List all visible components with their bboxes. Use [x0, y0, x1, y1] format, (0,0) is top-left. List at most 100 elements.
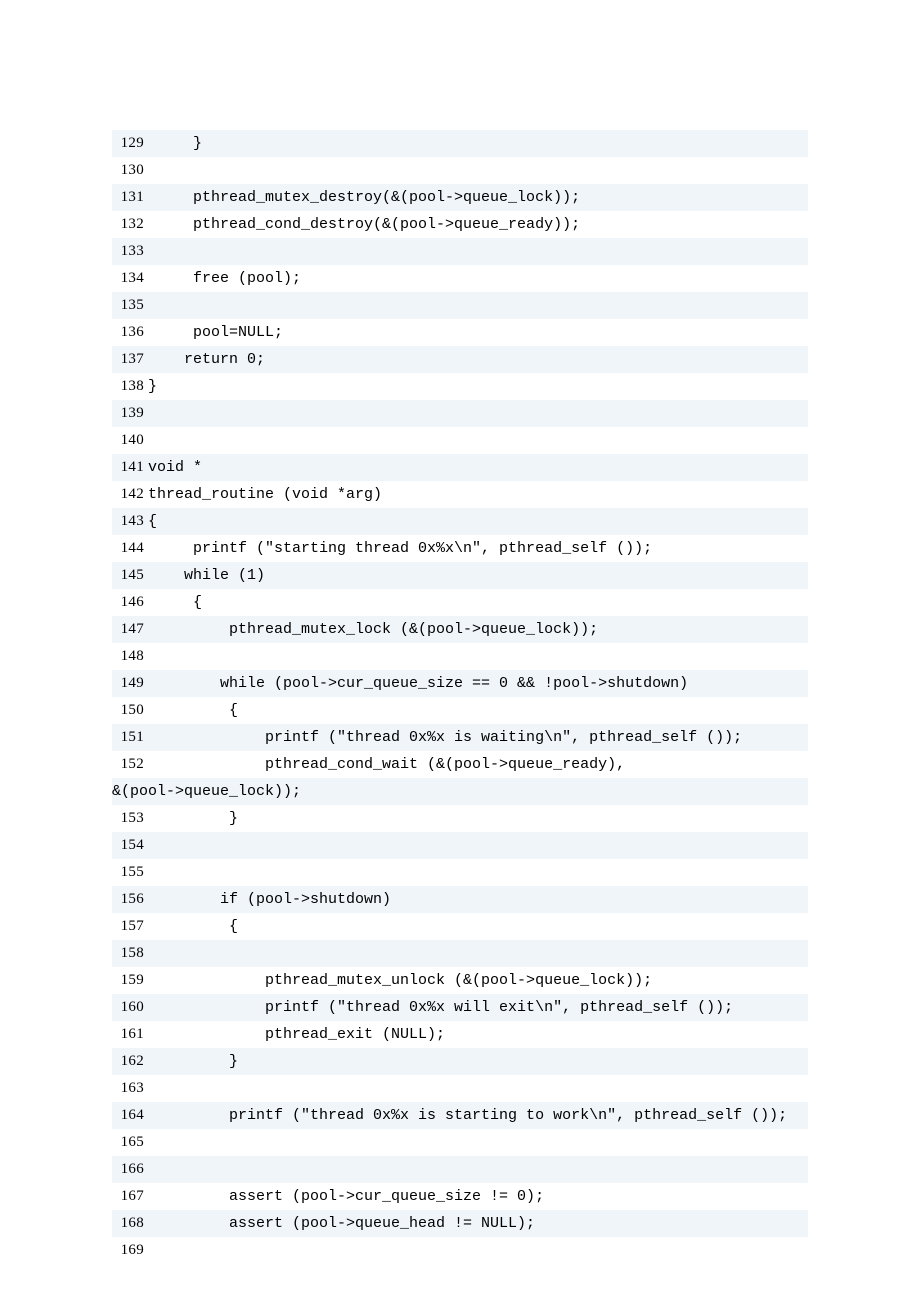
line-number: 155	[112, 859, 148, 886]
code-line: 163	[112, 1075, 808, 1102]
line-number: 158	[112, 940, 148, 967]
code-line: 158	[112, 940, 808, 967]
line-number: 164	[112, 1102, 148, 1129]
code-line: 157 {	[112, 913, 808, 940]
code-text: }	[148, 1048, 256, 1075]
code-text	[148, 1156, 238, 1183]
line-number: 144	[112, 535, 148, 562]
code-line: 137 return 0;	[112, 346, 808, 373]
code-text: printf ("thread 0x%x will exit\n", pthre…	[148, 994, 751, 1021]
code-line: 147 pthread_mutex_lock (&(pool->queue_lo…	[112, 616, 808, 643]
line-number: 166	[112, 1156, 148, 1183]
code-text: if (pool->shutdown)	[148, 886, 409, 913]
code-line: 153 }	[112, 805, 808, 832]
code-line: 169	[112, 1237, 808, 1264]
line-number: 142	[112, 481, 148, 508]
line-number: 135	[112, 292, 148, 319]
code-text: printf ("thread 0x%x is waiting\n", pthr…	[148, 724, 760, 751]
code-text: free (pool);	[148, 265, 319, 292]
line-number: 136	[112, 319, 148, 346]
code-text	[148, 940, 274, 967]
code-line: 152 pthread_cond_wait (&(pool->queue_rea…	[112, 751, 808, 778]
code-text: printf ("thread 0x%x is starting to work…	[148, 1102, 787, 1129]
line-number: 133	[112, 238, 148, 265]
line-number: 143	[112, 508, 148, 535]
code-text	[148, 157, 157, 184]
code-text: while (pool->cur_queue_size == 0 && !poo…	[148, 670, 706, 697]
code-text: pthread_cond_destroy(&(pool->queue_ready…	[148, 211, 598, 238]
line-number: 134	[112, 265, 148, 292]
line-number: 141	[112, 454, 148, 481]
code-line: 165	[112, 1129, 808, 1156]
code-line: 143{	[112, 508, 808, 535]
code-line: 148	[112, 643, 808, 670]
line-number: 159	[112, 967, 148, 994]
code-text: pthread_mutex_lock (&(pool->queue_lock))…	[148, 616, 616, 643]
code-text: }	[148, 130, 220, 157]
code-text: pthread_mutex_unlock (&(pool->queue_lock…	[148, 967, 670, 994]
code-text: void *	[148, 454, 220, 481]
code-line: 130	[112, 157, 808, 184]
code-text: pthread_exit (NULL);	[148, 1021, 463, 1048]
line-number: 148	[112, 643, 148, 670]
code-line: 150 {	[112, 697, 808, 724]
line-number: 149	[112, 670, 148, 697]
line-number: 140	[112, 427, 148, 454]
line-number: 161	[112, 1021, 148, 1048]
code-text: {	[148, 913, 256, 940]
code-text: }	[148, 373, 175, 400]
code-text: assert (pool->queue_head != NULL);	[148, 1210, 553, 1237]
code-line-continuation: &(pool->queue_lock));	[112, 778, 808, 805]
code-line: 162 }	[112, 1048, 808, 1075]
code-text	[148, 1237, 247, 1264]
line-number: 137	[112, 346, 148, 373]
line-number: 139	[112, 400, 148, 427]
code-line: 151 printf ("thread 0x%x is waiting\n", …	[112, 724, 808, 751]
code-text: {	[148, 697, 256, 724]
line-number: 168	[112, 1210, 148, 1237]
line-number: 147	[112, 616, 148, 643]
code-text	[148, 1075, 157, 1102]
code-line: 135	[112, 292, 808, 319]
code-text: }	[148, 805, 256, 832]
code-line: 146 {	[112, 589, 808, 616]
code-line: 156 if (pool->shutdown)	[112, 886, 808, 913]
code-line: 154	[112, 832, 808, 859]
code-line: 159 pthread_mutex_unlock (&(pool->queue_…	[112, 967, 808, 994]
code-line: 145 while (1)	[112, 562, 808, 589]
code-text	[148, 400, 157, 427]
code-line: 168 assert (pool->queue_head != NULL);	[112, 1210, 808, 1237]
code-line: 141void *	[112, 454, 808, 481]
code-text: while (1)	[148, 562, 283, 589]
line-number: 162	[112, 1048, 148, 1075]
code-text: pthread_cond_wait (&(pool->queue_ready),	[148, 751, 625, 778]
code-line: 155	[112, 859, 808, 886]
code-text: &(pool->queue_lock));	[112, 778, 319, 805]
code-line: 134 free (pool);	[112, 265, 808, 292]
code-text: return 0;	[148, 346, 283, 373]
code-line: 161 pthread_exit (NULL);	[112, 1021, 808, 1048]
code-line: 136 pool=NULL;	[112, 319, 808, 346]
line-number: 131	[112, 184, 148, 211]
line-number: 160	[112, 994, 148, 1021]
code-line: 138}	[112, 373, 808, 400]
code-line: 131 pthread_mutex_destroy(&(pool->queue_…	[112, 184, 808, 211]
line-number: 151	[112, 724, 148, 751]
code-line: 167 assert (pool->cur_queue_size != 0);	[112, 1183, 808, 1210]
code-text: printf ("starting thread 0x%x\n", pthrea…	[148, 535, 670, 562]
code-line: 160 printf ("thread 0x%x will exit\n", p…	[112, 994, 808, 1021]
code-text: thread_routine (void *arg)	[148, 481, 400, 508]
code-text: {	[148, 508, 175, 535]
code-text	[148, 238, 211, 265]
code-line: 140	[112, 427, 808, 454]
line-number: 146	[112, 589, 148, 616]
line-number: 167	[112, 1183, 148, 1210]
code-text	[148, 643, 184, 670]
line-number: 145	[112, 562, 148, 589]
line-number: 157	[112, 913, 148, 940]
line-number: 132	[112, 211, 148, 238]
code-text: pthread_mutex_destroy(&(pool->queue_lock…	[148, 184, 598, 211]
line-number: 154	[112, 832, 148, 859]
code-text	[148, 292, 202, 319]
code-text: {	[148, 589, 220, 616]
